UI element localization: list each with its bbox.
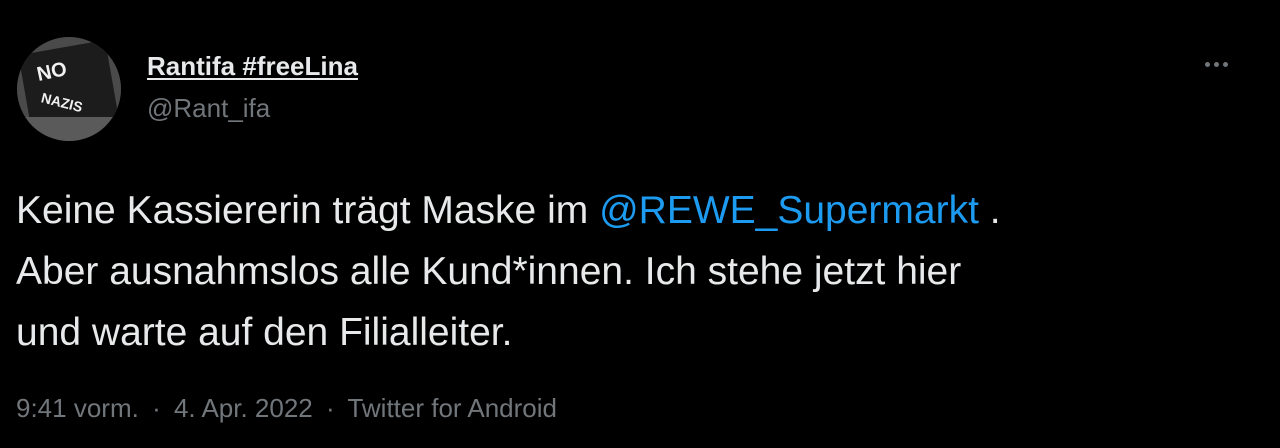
avatar-image: NO NAZIS — [17, 37, 121, 141]
meta-separator: · — [152, 393, 161, 423]
meta-separator: · — [326, 393, 335, 423]
tweet-source[interactable]: Twitter for Android — [347, 393, 557, 423]
more-dot — [1204, 61, 1210, 67]
more-horizontal-icon[interactable] — [1196, 52, 1236, 76]
mention-link[interactable]: @REWE_Supermarkt — [599, 189, 979, 232]
tweet-time[interactable]: 9:41 vorm. — [16, 393, 139, 423]
user-handle[interactable]: @Rant_ifa — [147, 93, 270, 124]
tweet-card: NO NAZIS Rantifa #freeLina @Rant_ifa Kei… — [0, 0, 1280, 448]
tweet-date[interactable]: 4. Apr. 2022 — [174, 393, 313, 423]
tweet-line-1: Keine Kassiererin trägt Maske im @REWE_S… — [16, 180, 1256, 241]
tweet-text: Keine Kassiererin trägt Maske im @REWE_S… — [16, 180, 1256, 363]
display-name[interactable]: Rantifa #freeLina — [147, 51, 358, 82]
more-dot — [1222, 61, 1228, 67]
tweet-line-3: und warte auf den Filialleiter. — [16, 311, 513, 354]
tweet-text-part: Keine Kassiererin trägt Maske im — [16, 189, 600, 232]
tweet-meta: 9:41 vorm. · 4. Apr. 2022 · Twitter for … — [16, 393, 557, 424]
avatar[interactable]: NO NAZIS — [17, 37, 121, 141]
tweet-text-part: . — [978, 189, 1001, 232]
more-dot — [1213, 61, 1219, 67]
tweet-line-2: Aber ausnahmslos alle Kund*innen. Ich st… — [16, 250, 962, 293]
